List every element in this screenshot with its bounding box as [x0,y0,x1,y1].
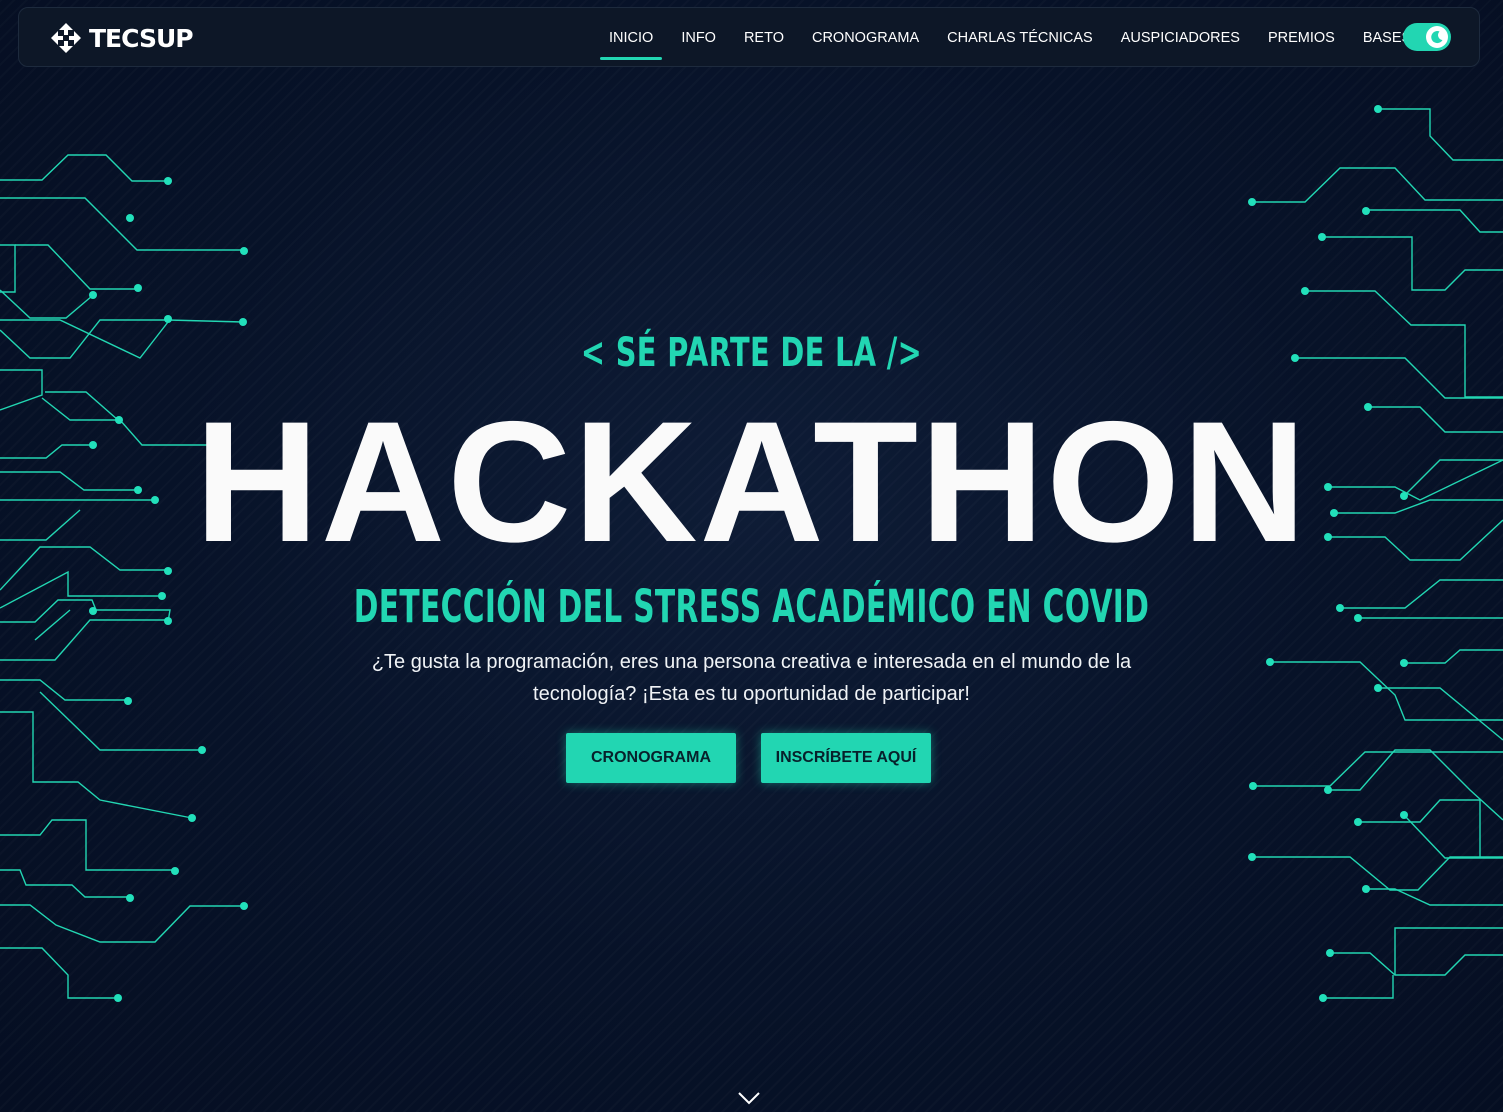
chevron-down-icon[interactable] [737,1090,761,1106]
inscribete-button[interactable]: INSCRÍBETE AQUÍ [761,733,931,783]
cronograma-button[interactable]: CRONOGRAMA [566,733,736,783]
hero-title: HACKATHON [194,386,1309,578]
hero-headline: DETECCIÓN DEL STRESS ACADÉMICO EN COVID [353,580,1150,633]
hero-subtitle: < SÉ PARTE DE LA /> [580,330,923,376]
hero-description: ¿Te gusta la programación, eres una pers… [371,651,1132,705]
hero-section: < SÉ PARTE DE LA /> HACKATHON DETECCIÓN … [0,0,1503,1112]
